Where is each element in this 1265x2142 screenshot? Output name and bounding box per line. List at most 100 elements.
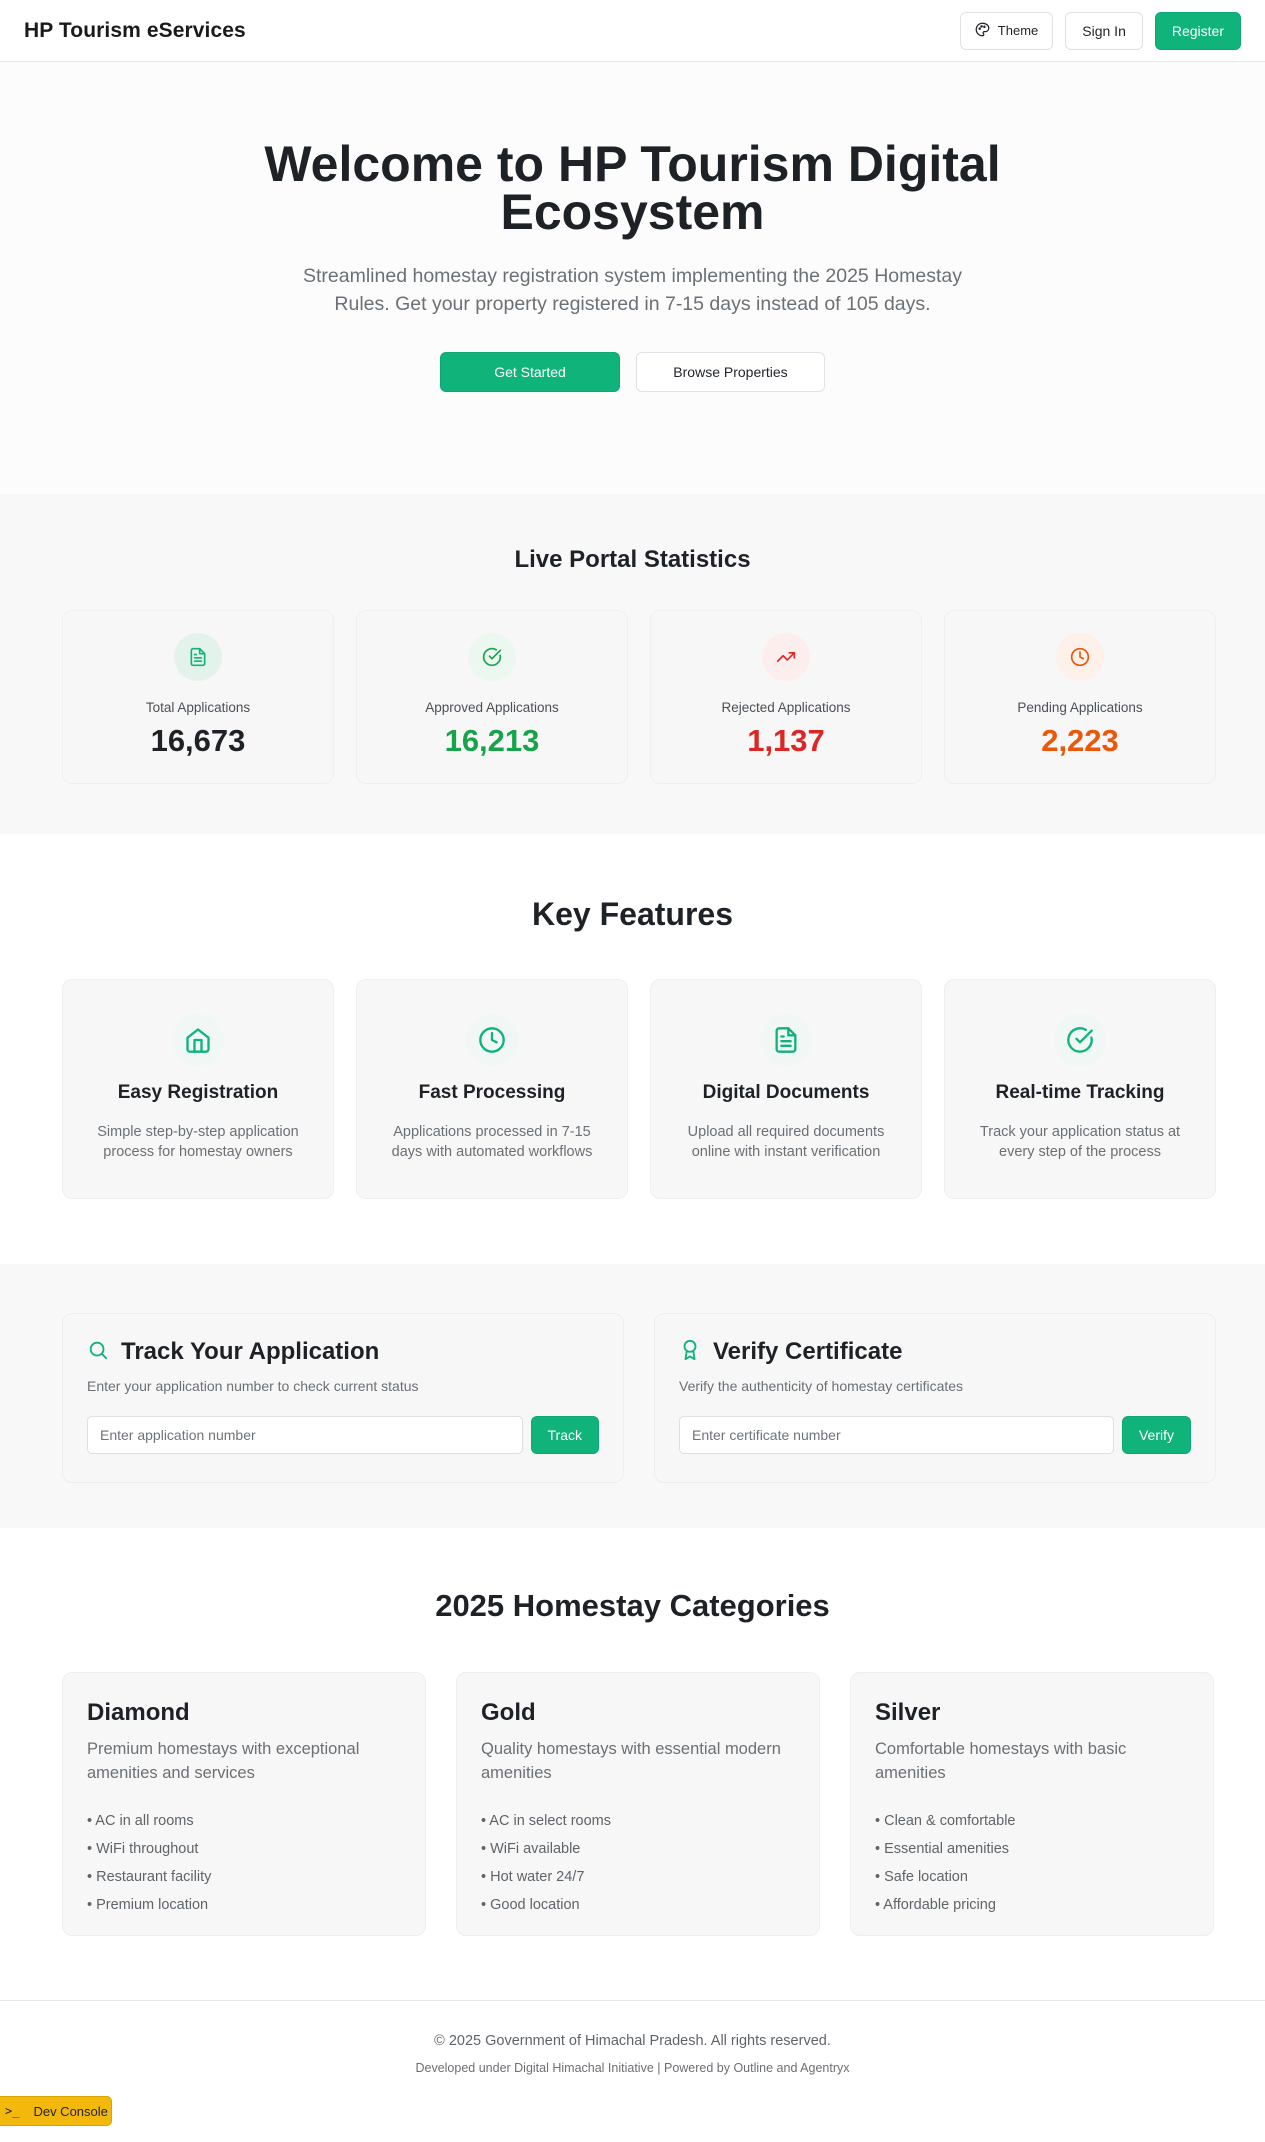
verify-button[interactable]: Verify <box>1121 1416 1191 1454</box>
feature-card-tracking: Real-time Tracking Track your applicatio… <box>944 979 1216 1199</box>
category-card-gold: Gold Quality homestays with essential mo… <box>456 1672 820 1936</box>
check-circle-icon <box>468 633 516 681</box>
stat-card-rejected: Rejected Applications 1,137 <box>650 610 922 784</box>
check-circle-icon <box>1054 1014 1106 1066</box>
feature-card-processing: Fast Processing Applications processed i… <box>356 979 628 1199</box>
feature-desc: Upload all required documents online wit… <box>687 1124 885 1160</box>
list-item: • WiFi throughout <box>87 1841 199 1857</box>
stat-label: Total Applications <box>145 700 251 715</box>
features-grid: Easy Registration Simple step-by-step ap… <box>62 979 1265 1199</box>
feature-title: Real-time Tracking <box>995 1082 1165 1103</box>
browse-properties-button[interactable]: Browse Properties <box>636 352 825 392</box>
stats-section: Live Portal Statistics Total Application… <box>0 494 1265 834</box>
stat-label: Pending Applications <box>1017 700 1143 715</box>
categories-section: 2025 Homestay Categories Diamond Premium… <box>0 1528 1265 2000</box>
certificate-number-input[interactable] <box>679 1416 1114 1454</box>
get-started-button[interactable]: Get Started <box>440 352 620 392</box>
feature-title: Fast Processing <box>418 1082 566 1103</box>
track-title: Track Your Application <box>121 1338 380 1365</box>
application-number-input[interactable] <box>87 1416 523 1454</box>
feature-title: Easy Registration <box>117 1082 279 1103</box>
category-name: Gold <box>481 1699 536 1726</box>
verify-header: Verify Certificate <box>679 1338 1191 1366</box>
hero-subtitle: Streamlined homestay registration system… <box>303 265 962 315</box>
features-section: Key Features Easy Registration Simple st… <box>0 834 1265 1264</box>
lookup-section: Track Your Application Enter your applic… <box>0 1264 1265 1528</box>
hero-buttons: Get Started Browse Properties <box>0 352 1265 392</box>
stat-label: Rejected Applications <box>721 700 851 715</box>
stat-value: 16,673 <box>150 723 246 758</box>
verify-title: Verify Certificate <box>713 1338 903 1365</box>
clock-icon <box>466 1014 518 1066</box>
track-application-card: Track Your Application Enter your applic… <box>62 1313 624 1483</box>
verify-form: Verify <box>679 1416 1191 1454</box>
stat-value: 16,213 <box>444 723 540 758</box>
verify-subtitle: Verify the authenticity of homestay cert… <box>679 1378 964 1394</box>
category-desc: Comfortable homestays with basic ameniti… <box>875 1740 1127 1782</box>
clock-icon <box>1056 633 1104 681</box>
award-icon <box>679 1339 701 1366</box>
stat-card-approved: Approved Applications 16,213 <box>356 610 628 784</box>
list-item: • WiFi available <box>481 1841 581 1857</box>
footer-copyright: © 2025 Government of Himachal Pradesh. A… <box>434 2033 831 2049</box>
page-footer: © 2025 Government of Himachal Pradesh. A… <box>0 2000 1265 2142</box>
list-item: • Safe location <box>875 1869 968 1885</box>
home-icon <box>172 1014 224 1066</box>
stat-value: 1,137 <box>747 723 825 758</box>
category-card-silver: Silver Comfortable homestays with basic … <box>850 1672 1214 1936</box>
track-button[interactable]: Track <box>530 1416 599 1454</box>
category-name: Diamond <box>87 1699 190 1726</box>
category-desc: Premium homestays with exceptional ameni… <box>87 1740 360 1782</box>
dev-console-button[interactable]: >_ Dev Console <box>0 2096 112 2126</box>
search-icon <box>87 1339 109 1366</box>
list-item: • Clean & comfortable <box>875 1813 1016 1829</box>
feature-desc: Applications processed in 7-15 days with… <box>391 1124 593 1160</box>
category-features: • AC in all rooms • WiFi throughout • Re… <box>87 1807 401 1919</box>
hero-section: Welcome to HP Tourism Digital Ecosystem … <box>0 62 1265 494</box>
feature-card-documents: Digital Documents Upload all required do… <box>650 979 922 1199</box>
dev-console-label: Dev Console <box>33 2103 108 2119</box>
list-item: • Premium location <box>87 1897 209 1913</box>
stat-value: 2,223 <box>1041 723 1119 758</box>
theme-label: Theme <box>997 23 1039 38</box>
feature-desc: Track your application status at every s… <box>979 1124 1181 1160</box>
category-name: Silver <box>875 1699 941 1726</box>
hero-title: Welcome to HP Tourism Digital Ecosystem <box>264 136 1001 240</box>
top-navbar: HP Tourism eServices Theme Sign In Regis… <box>0 0 1265 62</box>
brand-title[interactable]: HP Tourism eServices <box>24 19 246 43</box>
list-item: • Restaurant facility <box>87 1869 212 1885</box>
verify-certificate-card: Verify Certificate Verify the authentici… <box>654 1313 1216 1483</box>
palette-icon <box>975 22 990 40</box>
register-button[interactable]: Register <box>1154 11 1241 50</box>
track-form: Track <box>87 1416 599 1454</box>
header-actions: Theme Sign In Register <box>959 11 1241 50</box>
signin-button[interactable]: Sign In <box>1065 11 1143 50</box>
category-card-diamond: Diamond Premium homestays with exception… <box>62 1672 426 1936</box>
list-item: • Affordable pricing <box>875 1897 996 1913</box>
stats-grid: Total Applications 16,673 Approved Appli… <box>62 610 1265 784</box>
feature-card-registration: Easy Registration Simple step-by-step ap… <box>62 979 334 1199</box>
categories-title: 2025 Homestay Categories <box>435 1588 830 1623</box>
stats-title: Live Portal Statistics <box>514 546 751 573</box>
list-item: • Hot water 24/7 <box>481 1869 585 1885</box>
list-item: • Essential amenities <box>875 1841 1010 1857</box>
category-features: • Clean & comfortable • Essential amenit… <box>875 1807 1189 1919</box>
category-features: • AC in select rooms • WiFi available • … <box>481 1807 795 1919</box>
terminal-icon: >_ <box>5 2104 20 2118</box>
category-desc: Quality homestays with essential modern … <box>481 1740 781 1782</box>
document-icon <box>760 1014 812 1066</box>
categories-grid: Diamond Premium homestays with exception… <box>62 1672 1265 1936</box>
track-header: Track Your Application <box>87 1338 599 1366</box>
stat-label: Approved Applications <box>425 700 559 715</box>
theme-button[interactable]: Theme <box>959 11 1054 50</box>
list-item: • AC in all rooms <box>87 1813 194 1829</box>
stat-card-pending: Pending Applications 2,223 <box>944 610 1216 784</box>
trending-up-icon <box>762 633 810 681</box>
lookup-grid: Track Your Application Enter your applic… <box>62 1313 1265 1483</box>
features-title: Key Features <box>532 896 733 932</box>
track-subtitle: Enter your application number to check c… <box>87 1378 419 1394</box>
footer-credit: Developed under Digital Himachal Initiat… <box>415 2061 850 2075</box>
document-icon <box>174 633 222 681</box>
list-item: • Good location <box>481 1897 580 1913</box>
feature-title: Digital Documents <box>702 1082 870 1103</box>
